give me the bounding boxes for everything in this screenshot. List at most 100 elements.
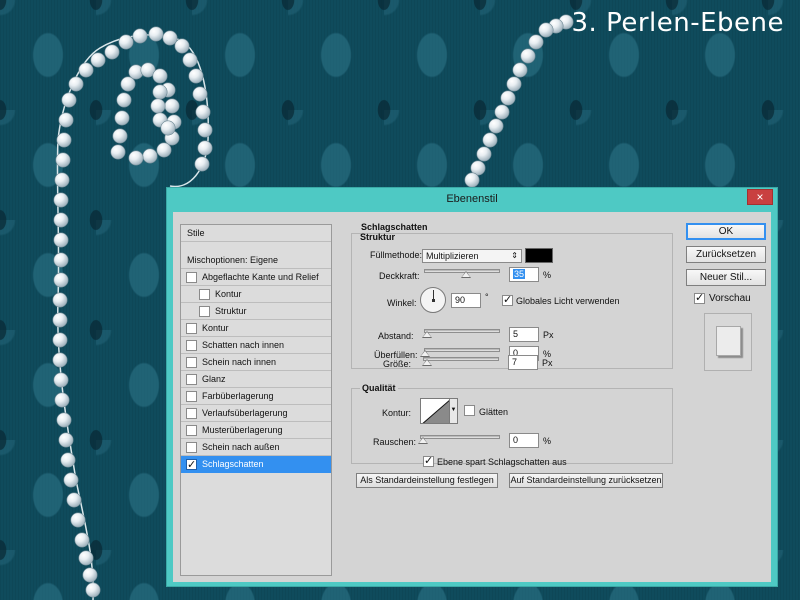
pearl-bead	[110, 144, 126, 160]
pearl-bead	[500, 90, 516, 106]
reset-button[interactable]: Zurücksetzen	[686, 246, 766, 263]
antialias-label: Glätten	[479, 407, 509, 417]
style-item-checkbox[interactable]	[186, 272, 197, 283]
pearl-bead	[488, 118, 504, 134]
contour-picker[interactable]	[420, 398, 450, 424]
dialog-titlebar[interactable]: Ebenenstil ×	[167, 188, 777, 212]
pearl-bead	[70, 512, 86, 528]
style-item[interactable]: Glanz	[181, 371, 331, 388]
style-item[interactable]: Struktur	[181, 303, 331, 320]
style-item-checkbox[interactable]	[199, 289, 210, 300]
updown-arrow-icon: ⇕	[511, 251, 518, 260]
new-style-button[interactable]: Neuer Stil...	[686, 269, 766, 286]
style-item-checkbox[interactable]	[186, 391, 197, 402]
make-default-button[interactable]: Als Standardeinstellung festlegen	[356, 473, 498, 488]
page-headline: 3. Perlen-Ebene	[571, 8, 784, 38]
style-item-checkbox[interactable]	[186, 442, 197, 453]
angle-dial[interactable]	[420, 287, 446, 313]
style-item-checkbox[interactable]	[186, 323, 197, 334]
size-slider-thumb[interactable]	[422, 359, 432, 366]
style-item[interactable]: Schein nach innen	[181, 354, 331, 371]
style-item-label: Schein nach außen	[202, 442, 280, 452]
style-item-label: Farbüberlagerung	[202, 391, 274, 401]
noise-slider-thumb[interactable]	[418, 437, 428, 444]
pearl-bead	[195, 104, 211, 120]
style-item-checkbox[interactable]	[186, 374, 197, 385]
noise-slider[interactable]	[420, 435, 500, 439]
pearl-bead	[60, 452, 76, 468]
pearl-bead	[54, 172, 70, 188]
style-item[interactable]: Farbüberlagerung	[181, 388, 331, 405]
size-input[interactable]: 7	[508, 355, 538, 370]
pearl-bead	[520, 48, 536, 64]
angle-label: Winkel:	[387, 298, 417, 308]
style-item-label: Schein nach innen	[202, 357, 277, 367]
opacity-input[interactable]: 35	[509, 267, 539, 282]
pearl-bead	[152, 68, 168, 84]
distance-value: 5	[513, 329, 519, 339]
style-item[interactable]: Verlaufsüberlagerung	[181, 405, 331, 422]
style-item[interactable]: Abgeflachte Kante und Relief	[181, 269, 331, 286]
global-light-checkbox[interactable]	[502, 293, 513, 306]
style-item[interactable]: Schlagschatten	[181, 456, 331, 473]
blend-options-item[interactable]: Mischoptionen: Eigene	[181, 252, 331, 269]
style-item[interactable]: Schatten nach innen	[181, 337, 331, 354]
size-label: Größe:	[383, 359, 412, 369]
style-item-label: Kontur	[202, 323, 229, 333]
opacity-slider-thumb[interactable]	[461, 271, 471, 278]
structure-group: Struktur Füllmethode: Multiplizieren ⇕ D…	[351, 232, 673, 369]
blend-mode-select[interactable]: Multiplizieren ⇕	[422, 249, 522, 263]
global-light-label: Globales Licht verwenden	[516, 296, 620, 306]
preview-checkbox[interactable]	[694, 291, 705, 304]
pearl-bead	[194, 156, 210, 172]
style-item-checkbox[interactable]	[186, 357, 197, 368]
spread-slider-thumb[interactable]	[420, 350, 430, 357]
knockout-label: Ebene spart Schlagschatten aus	[437, 457, 567, 467]
pearl-bead	[52, 292, 68, 308]
pearl-bead	[53, 192, 69, 208]
style-item-checkbox[interactable]	[186, 408, 197, 419]
styles-list: Stile Mischoptionen: Eigene Abgeflachte …	[180, 224, 332, 576]
pearl-bead	[54, 392, 70, 408]
distance-slider-thumb[interactable]	[422, 331, 432, 338]
size-unit: Px	[542, 358, 553, 368]
distance-slider[interactable]	[424, 329, 500, 333]
knockout-checkbox[interactable]	[423, 454, 434, 467]
pearl-bead	[128, 150, 144, 166]
style-item-checkbox[interactable]	[186, 340, 197, 351]
pearl-bead	[52, 332, 68, 348]
opacity-unit: %	[543, 270, 552, 280]
angle-value: 90	[455, 295, 466, 305]
style-item[interactable]: Kontur	[181, 286, 331, 303]
style-item-checkbox[interactable]	[199, 306, 210, 317]
style-item[interactable]: Musterüberlagerung	[181, 422, 331, 439]
pearl-bead	[52, 312, 68, 328]
close-icon: ×	[756, 190, 764, 204]
distance-input[interactable]: 5	[509, 327, 539, 342]
antialias-checkbox[interactable]	[464, 405, 475, 416]
spread-slider[interactable]	[424, 348, 500, 352]
shadow-color-swatch[interactable]	[525, 248, 553, 263]
ok-button[interactable]: OK	[686, 223, 766, 240]
styles-list-header[interactable]: Stile	[181, 225, 331, 242]
pearl-bead	[53, 272, 69, 288]
style-item[interactable]: Kontur	[181, 320, 331, 337]
style-item[interactable]: Schein nach außen	[181, 439, 331, 456]
noise-input[interactable]: 0	[509, 433, 539, 448]
pearl-bead	[53, 212, 69, 228]
dialog-client-area: Stile Mischoptionen: Eigene Abgeflachte …	[173, 212, 771, 582]
pearl-bead	[90, 52, 106, 68]
angle-input[interactable]: 90	[451, 293, 481, 308]
pearl-bead	[85, 582, 101, 598]
size-slider[interactable]	[423, 357, 499, 361]
style-item-checkbox[interactable]	[186, 457, 197, 473]
pearl-bead	[56, 132, 72, 148]
close-button[interactable]: ×	[747, 189, 773, 205]
contour-dropdown-button[interactable]: ▼	[450, 398, 458, 424]
style-item-label: Abgeflachte Kante und Relief	[202, 272, 319, 282]
pearl-bead	[464, 172, 480, 188]
reset-to-default-button[interactable]: Auf Standardeinstellung zurücksetzen	[509, 473, 663, 488]
chevron-down-icon: ▼	[450, 407, 457, 413]
style-item-checkbox[interactable]	[186, 425, 197, 436]
quality-group: Qualität Kontur: ▼ Glätten Rauschen: 0 %	[351, 383, 673, 464]
